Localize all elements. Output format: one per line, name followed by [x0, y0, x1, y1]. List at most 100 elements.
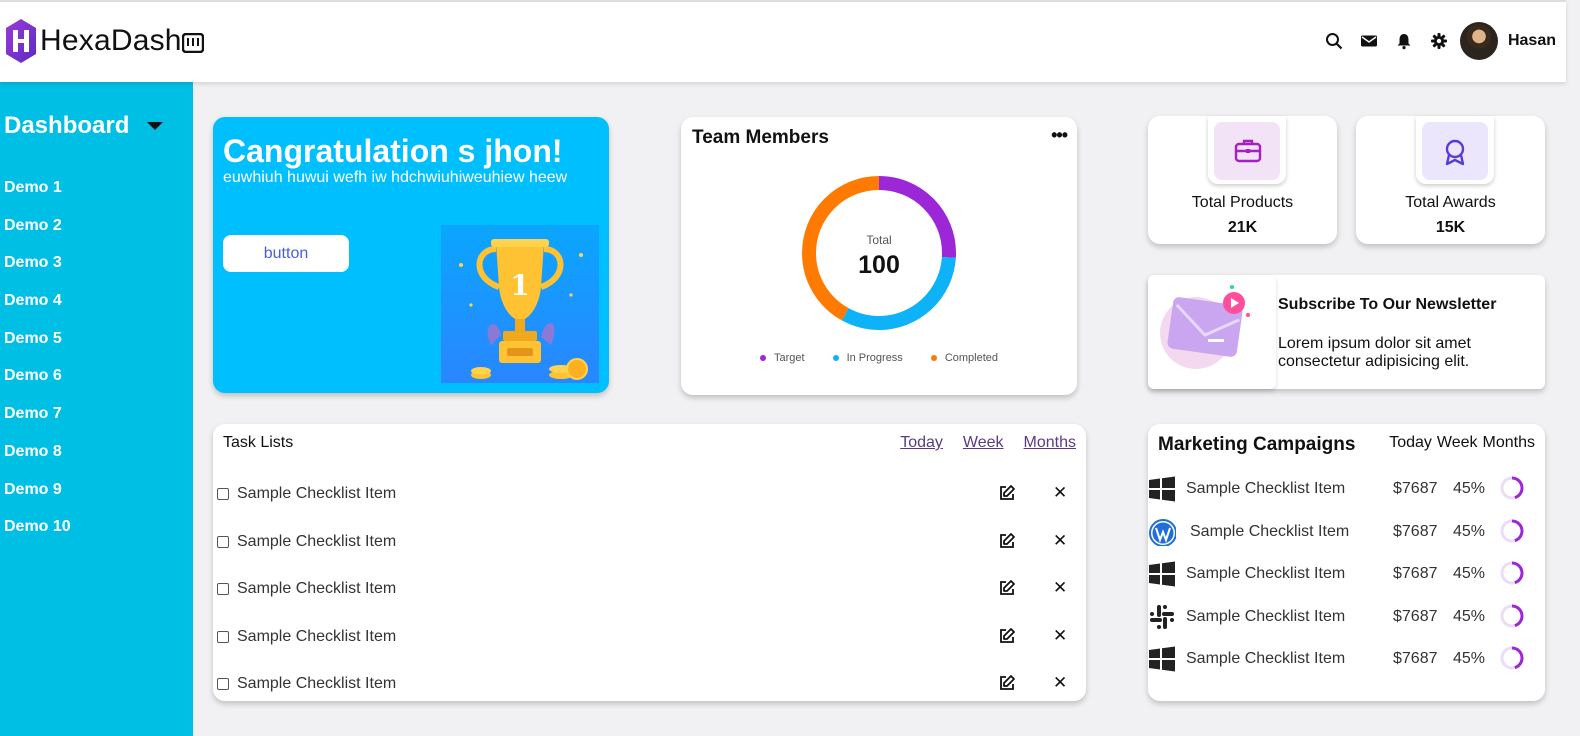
task-row: Sample Checklist Item ✕ — [217, 530, 1077, 554]
user-name[interactable]: Hasan — [1508, 32, 1556, 50]
tab-week[interactable]: Week — [1437, 434, 1478, 452]
close-icon[interactable]: ✕ — [1053, 672, 1067, 694]
sidebar: Dashboard Demo 1 Demo 2 Demo 3 Demo 4 De… — [0, 82, 193, 736]
edit-icon[interactable] — [998, 627, 1016, 645]
stat-value: 15K — [1435, 219, 1466, 236]
congrats-card: Cangratulation s jhon! euwhiuh huwui wef… — [213, 117, 609, 393]
newsletter-illustration — [1148, 275, 1276, 389]
progress-ring — [1500, 476, 1524, 500]
marketing-tabs: Today Week Months — [1384, 434, 1535, 452]
more-options-icon[interactable]: ••• — [1051, 125, 1068, 146]
task-checkbox[interactable] — [217, 678, 229, 690]
task-lists-title: Task Lists — [223, 434, 294, 451]
search-icon[interactable] — [1325, 32, 1343, 50]
task-row: Sample Checklist Item ✕ — [217, 672, 1077, 696]
campaign-percent: 45% — [1453, 522, 1486, 540]
sidebar-menu: Demo 1 Demo 2 Demo 3 Demo 4 Demo 5 Demo … — [4, 178, 71, 555]
wordpress-icon — [1149, 518, 1176, 546]
mail-icon[interactable] — [1360, 32, 1378, 50]
sidebar-item[interactable]: Demo 2 — [4, 216, 71, 254]
close-icon[interactable]: ✕ — [1053, 625, 1067, 647]
sidebar-item[interactable]: Demo 9 — [4, 480, 71, 518]
congrats-button[interactable]: button — [223, 235, 349, 272]
progress-ring — [1500, 519, 1524, 543]
campaign-row[interactable]: Sample Checklist Item $7687 45% — [1148, 516, 1545, 546]
newsletter-title: Subscribe To Our Newsletter — [1278, 296, 1497, 313]
campaign-percent: 45% — [1453, 565, 1486, 583]
tab-week[interactable]: Week — [963, 434, 1004, 452]
windows-icon — [1149, 561, 1175, 587]
task-label: Sample Checklist Item — [237, 627, 397, 645]
sidebar-dashboard-toggle[interactable]: Dashboard — [4, 112, 164, 140]
windows-icon — [1149, 646, 1175, 672]
sidebar-item[interactable]: Demo 7 — [4, 404, 71, 442]
close-icon[interactable]: ✕ — [1053, 482, 1067, 504]
campaign-row[interactable]: Sample Checklist Item $7687 45% — [1148, 558, 1545, 588]
campaign-row[interactable]: Sample Checklist Item $7687 45% — [1148, 473, 1545, 503]
sidebar-item[interactable]: Demo 10 — [4, 517, 71, 555]
edit-icon[interactable] — [998, 579, 1016, 597]
campaign-label: Sample Checklist Item — [1186, 480, 1346, 497]
campaign-percent: 45% — [1453, 480, 1486, 497]
donut-center-label: Total — [866, 233, 892, 247]
edit-icon[interactable] — [998, 484, 1016, 502]
task-checkbox[interactable] — [217, 488, 229, 500]
legend-dot — [930, 355, 937, 361]
congrats-title: Cangratulation s jhon! — [223, 133, 563, 169]
task-checkbox[interactable] — [217, 630, 229, 643]
briefcase-icon — [1234, 139, 1262, 163]
team-members-title: Team Members — [692, 127, 829, 148]
svg-text:1: 1 — [510, 269, 529, 302]
close-icon[interactable]: ✕ — [1053, 577, 1067, 599]
task-lists-card: Task Lists Today Week Months Sample Chec… — [213, 424, 1086, 701]
task-label: Sample Checklist Item — [237, 675, 397, 692]
stat-card-products: Total Products 21K — [1148, 116, 1337, 244]
avatar[interactable] — [1459, 22, 1498, 60]
campaign-price: $7687 — [1393, 522, 1438, 540]
legend-item-target: Target — [759, 352, 805, 364]
sidebar-item[interactable]: Demo 6 — [4, 366, 71, 404]
newsletter-card: Subscribe To Our Newsletter Lorem ipsum … — [1148, 275, 1545, 389]
logo[interactable]: HexaDash — [4, 17, 182, 65]
keyboard-icon[interactable] — [182, 33, 204, 53]
close-icon[interactable]: ✕ — [1053, 530, 1067, 552]
tab-today[interactable]: Today — [900, 434, 943, 452]
edit-icon[interactable] — [998, 674, 1016, 692]
hexadash-logo-icon — [6, 19, 36, 63]
campaign-row[interactable]: Sample Checklist Item $7687 45% — [1148, 643, 1545, 673]
campaign-percent: 45% — [1453, 650, 1486, 668]
sidebar-item[interactable]: Demo 1 — [4, 178, 71, 216]
campaign-price: $7687 — [1393, 480, 1438, 497]
sidebar-item[interactable]: Demo 4 — [4, 291, 71, 329]
task-label: Sample Checklist Item — [237, 485, 397, 502]
sidebar-item[interactable]: Demo 8 — [4, 442, 71, 480]
tab-months[interactable]: Months — [1483, 434, 1535, 452]
sidebar-item[interactable]: Demo 5 — [4, 329, 71, 367]
legend-label: In Progress — [846, 352, 903, 364]
bell-icon[interactable] — [1395, 32, 1413, 50]
team-members-card: Team Members ••• Total 100 Target In Pro… — [681, 117, 1077, 395]
edit-icon[interactable] — [998, 532, 1016, 550]
campaign-price: $7687 — [1393, 565, 1438, 583]
task-checkbox[interactable] — [217, 583, 229, 595]
task-checkbox[interactable] — [217, 535, 229, 548]
progress-ring — [1500, 604, 1524, 628]
task-tabs: Today Week Months — [880, 434, 1076, 452]
top-header: HexaDash Hasan — [0, 0, 1566, 82]
campaign-label: Sample Checklist Item — [1186, 565, 1346, 583]
campaign-row[interactable]: Sample Checklist Item $7687 45% — [1148, 601, 1545, 631]
legend-dot — [759, 355, 766, 361]
gear-icon[interactable] — [1430, 32, 1448, 50]
task-label: Sample Checklist Item — [237, 532, 397, 550]
windows-icon — [1149, 476, 1175, 502]
stat-icon-box — [1416, 116, 1494, 184]
legend-item-in-progress: In Progress — [832, 352, 903, 364]
legend-dot — [832, 355, 839, 361]
campaign-label: Sample Checklist Item — [1190, 522, 1350, 540]
legend-label: Completed — [944, 352, 999, 364]
campaign-label: Sample Checklist Item — [1186, 607, 1346, 625]
slack-icon — [1150, 604, 1174, 629]
tab-months[interactable]: Months — [1024, 434, 1076, 452]
sidebar-item[interactable]: Demo 3 — [4, 253, 71, 291]
tab-today[interactable]: Today — [1389, 434, 1432, 452]
